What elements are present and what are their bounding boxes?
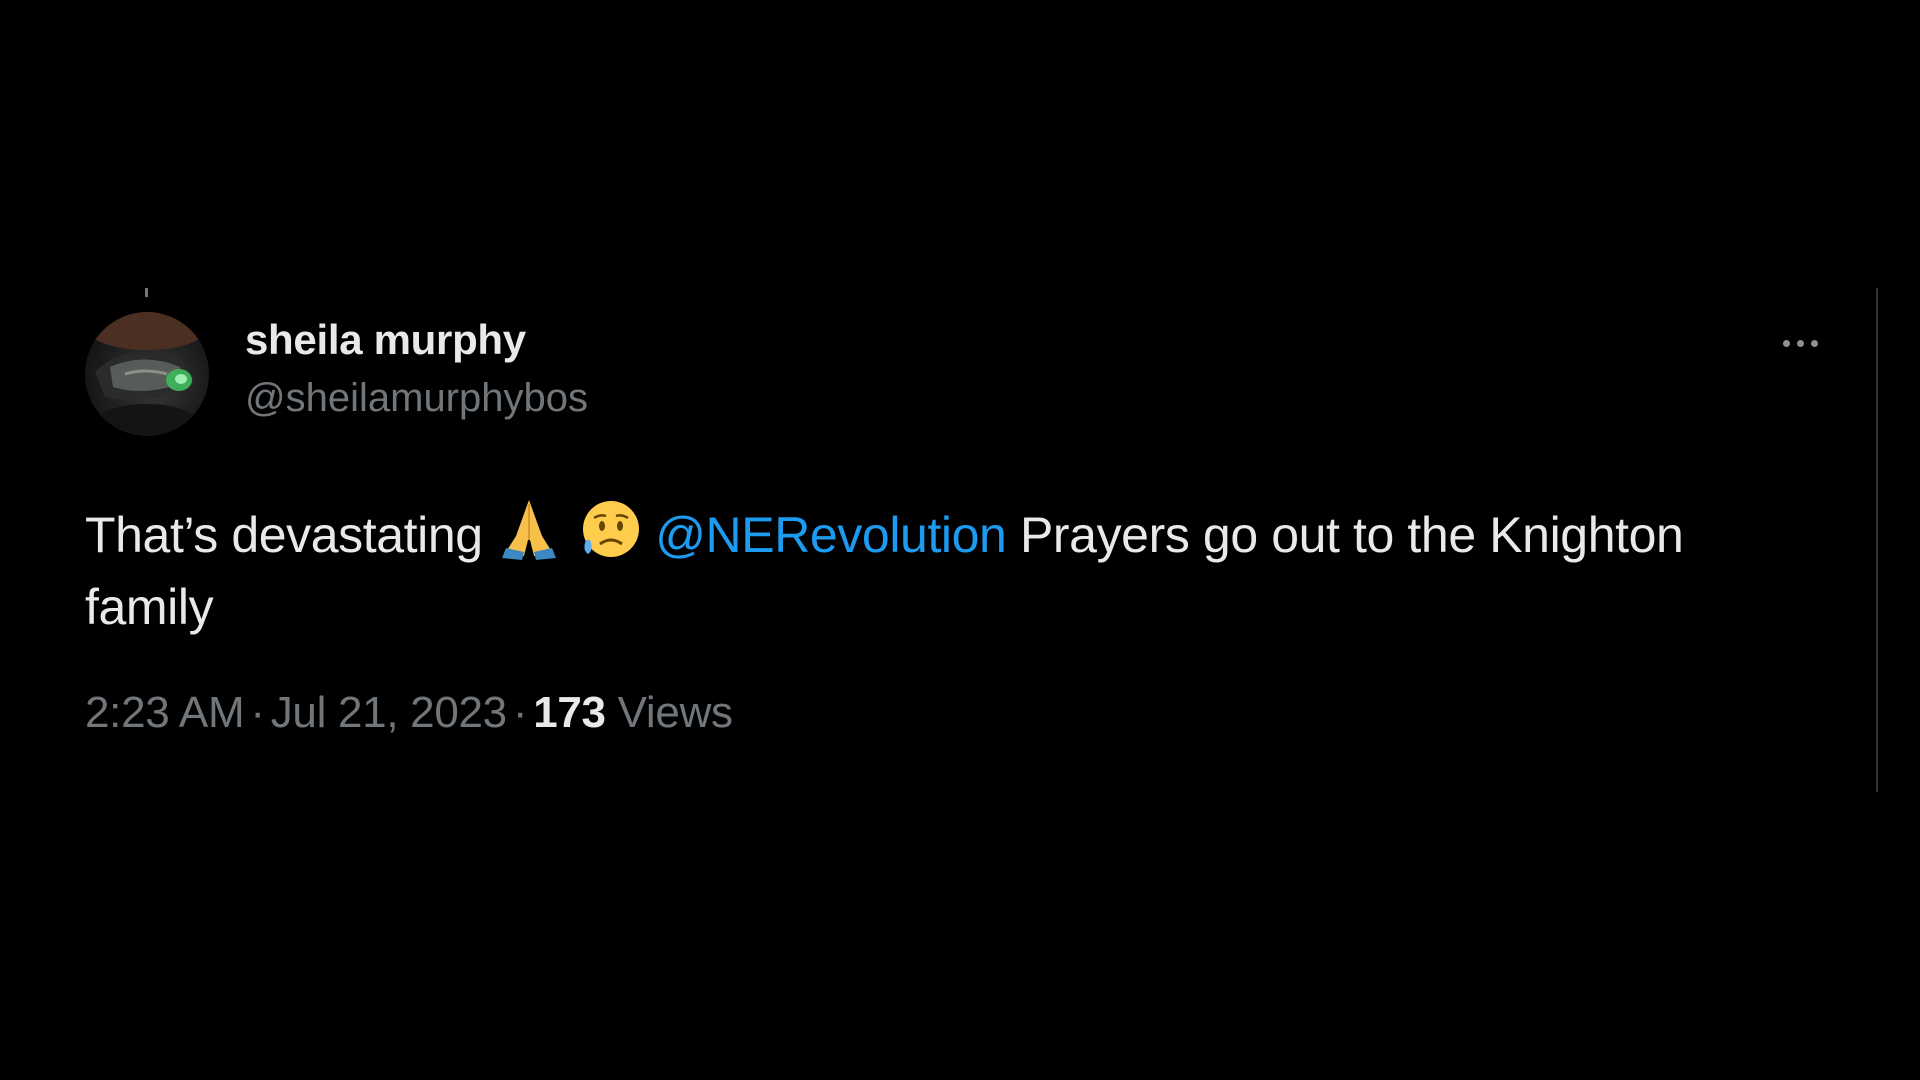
more-horizontal-icon-dot (1810, 339, 1818, 347)
tweet-card[interactable]: sheila murphy @sheilamurphybos That’s de… (85, 288, 1820, 790)
folded-hands-emoji-icon (496, 496, 562, 562)
tweet-body: That’s devastating @NERevolution Prayers… (85, 496, 1805, 643)
tweet-text-start: That’s devastating (85, 507, 483, 563)
thread-connector (145, 288, 148, 297)
more-options-button[interactable] (1770, 328, 1830, 358)
author-display-name[interactable]: sheila murphy (245, 316, 526, 364)
tweet-time[interactable]: 2:23 AM (85, 688, 245, 737)
more-horizontal-icon (1782, 339, 1790, 347)
author-handle[interactable]: @sheilamurphybos (245, 376, 588, 421)
meta-separator: · (250, 688, 265, 737)
screen: sheila murphy @sheilamurphybos That’s de… (0, 0, 1920, 1080)
tweet-meta: 2:23 AM · Jul 21, 2023 · 173 Views (85, 688, 733, 738)
avatar-photo-icon (89, 312, 205, 436)
tweet-date[interactable]: Jul 21, 2023 (271, 688, 507, 737)
mention-link[interactable]: @NERevolution (655, 507, 1007, 563)
more-horizontal-icon-dot (1796, 339, 1804, 347)
meta-separator: · (512, 688, 528, 737)
avatar[interactable] (85, 312, 209, 436)
sad-but-relieved-face-emoji-icon (576, 496, 642, 562)
views-label: Views (617, 688, 733, 737)
views-count: 173 (533, 688, 606, 737)
column-divider (1876, 288, 1878, 792)
